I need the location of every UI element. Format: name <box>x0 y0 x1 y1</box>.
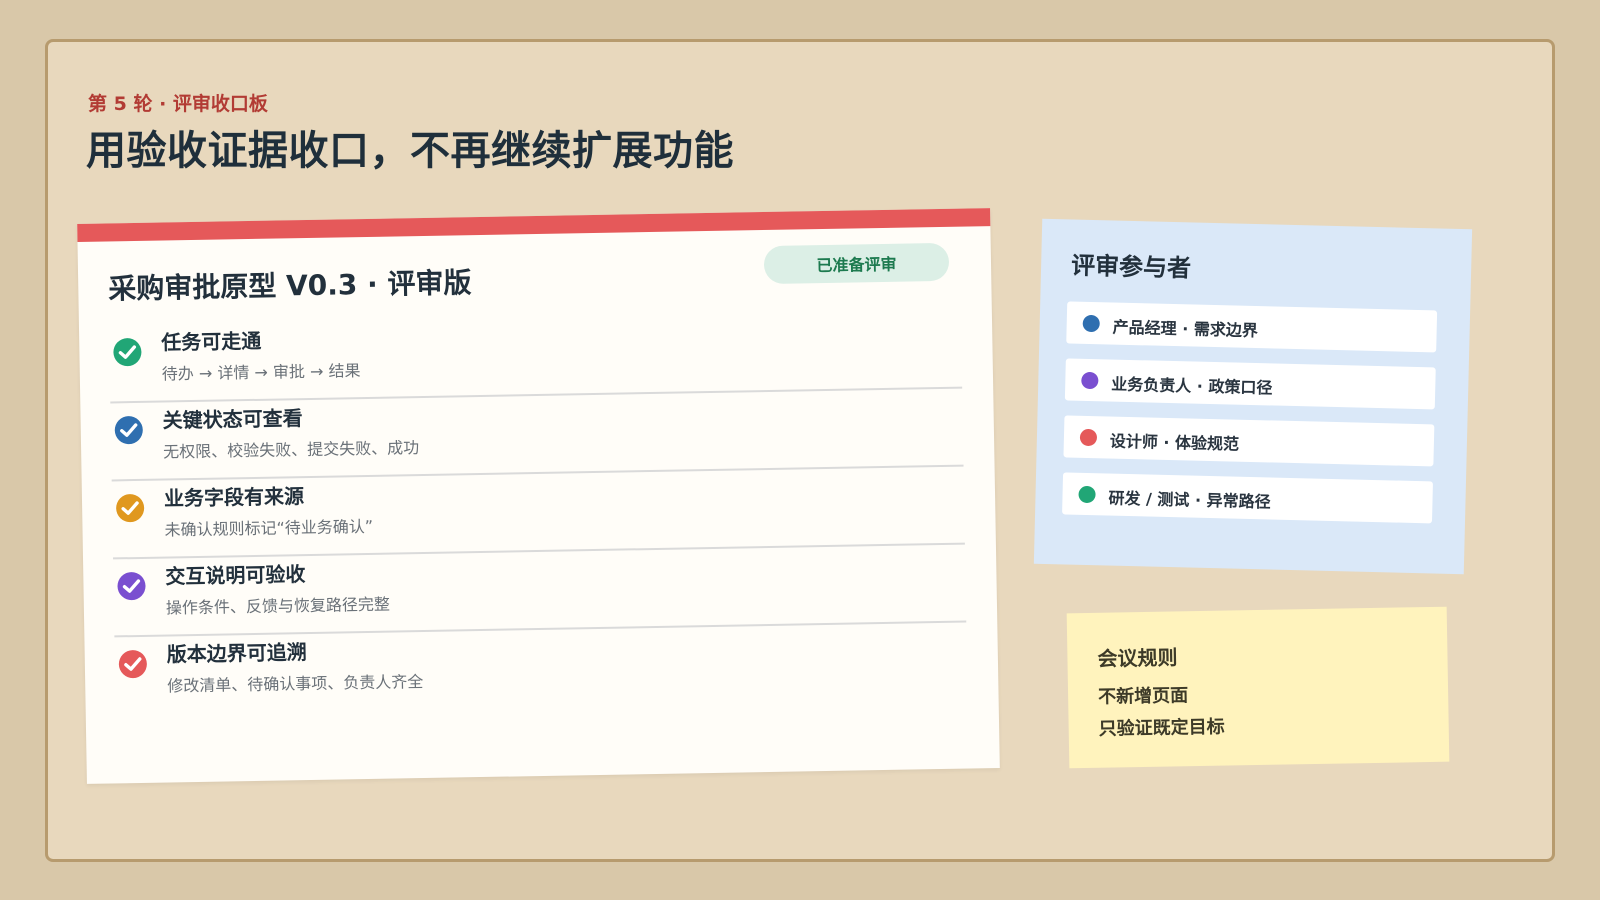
checklist-item: 交互说明可验收 操作条件、反馈与恢复路径完整 <box>113 544 967 638</box>
checklist-item-title: 关键状态可查看 <box>162 406 303 433</box>
checklist-item-title: 版本边界可追溯 <box>166 640 307 667</box>
participants-title: 评审参与者 <box>1070 251 1192 283</box>
rule-line: 不新增页面 <box>1097 685 1189 708</box>
participants-list: 产品经理 · 需求边界 业务负责人 · 政策口径 设计师 · 体验规范 研发 /… <box>1062 301 1438 538</box>
participant-label: 产品经理 · 需求边界 <box>1112 317 1259 341</box>
checklist-item-desc: 修改清单、待确认事项、负责人齐全 <box>167 672 424 696</box>
participant-item: 业务负责人 · 政策口径 <box>1064 358 1436 410</box>
participants-card: 评审参与者 产品经理 · 需求边界 业务负责人 · 政策口径 设计师 · 体验规… <box>1033 218 1473 575</box>
participant-item: 产品经理 · 需求边界 <box>1066 301 1438 353</box>
checklist-item-title: 任务可走通 <box>161 328 262 355</box>
participant-item: 研发 / 测试 · 异常路径 <box>1062 472 1433 524</box>
checklist-item-desc: 待办 → 详情 → 审批 → 结果 <box>161 361 361 384</box>
rules-title: 会议规则 <box>1097 645 1178 671</box>
checklist-item: 版本边界可追溯 修改清单、待确认事项、负责人齐全 <box>114 623 967 716</box>
meeting-rules-note: 会议规则 不新增页面 只验证既定目标 <box>1066 606 1450 769</box>
card-title: 采购审批原型 V0.3 · 评审版 <box>108 266 472 306</box>
check-circle-icon <box>118 650 147 679</box>
check-circle-icon <box>113 338 142 367</box>
checklist-item-desc: 操作条件、反馈与恢复路径完整 <box>165 594 391 618</box>
role-dot-icon <box>1079 428 1098 447</box>
role-dot-icon <box>1078 485 1096 504</box>
prototype-review-card: 采购审批原型 V0.3 · 评审版 已准备评审 任务可走通 待办 → 详情 → … <box>77 208 1000 784</box>
checklist-item-desc: 无权限、校验失败、提交失败、成功 <box>163 438 420 462</box>
role-dot-icon <box>1082 314 1100 333</box>
participant-label: 设计师 · 体验规范 <box>1109 431 1240 454</box>
check-circle-icon <box>116 494 145 523</box>
checklist-item: 任务可走通 待办 → 详情 → 审批 → 结果 <box>108 310 963 404</box>
participant-item: 设计师 · 体验规范 <box>1063 415 1435 467</box>
round-eyebrow: 第 5 轮 · 评审收口板 <box>88 93 268 115</box>
acceptance-checklist: 任务可走通 待办 → 详情 → 审批 → 结果 关键状态可查看 无权限、校验失败… <box>108 310 968 716</box>
checklist-item: 业务字段有来源 未确认规则标记“待业务确认” <box>111 466 965 560</box>
rule-line: 只验证既定目标 <box>1098 716 1225 740</box>
checklist-item-title: 交互说明可验收 <box>165 562 306 589</box>
page-title: 用验收证据收口，不再继续扩展功能 <box>86 128 734 174</box>
check-circle-icon <box>114 416 143 445</box>
checklist-item: 关键状态可查看 无权限、校验失败、提交失败、成功 <box>110 388 964 482</box>
participant-label: 研发 / 测试 · 异常路径 <box>1108 488 1271 512</box>
status-badge: 已准备评审 <box>763 242 950 285</box>
checklist-item-desc: 未确认规则标记“待业务确认” <box>164 516 374 540</box>
checklist-item-title: 业务字段有来源 <box>163 484 305 511</box>
check-circle-icon <box>117 572 146 601</box>
role-dot-icon <box>1081 371 1099 390</box>
participant-label: 业务负责人 · 政策口径 <box>1111 374 1273 398</box>
